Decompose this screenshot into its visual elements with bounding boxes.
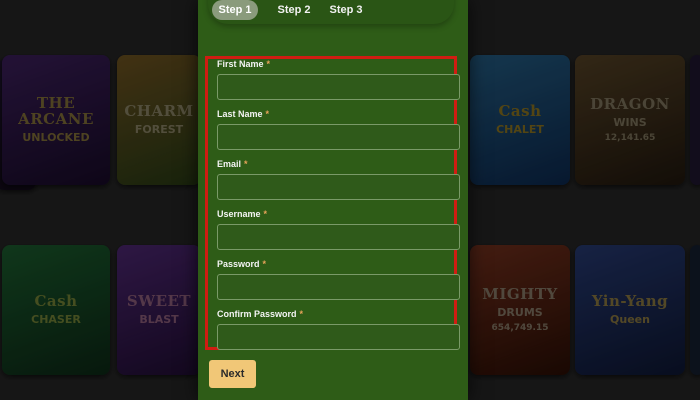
password-label-text: Password <box>217 259 260 269</box>
first-name-input[interactable] <box>217 74 460 100</box>
confirm-password-label: Confirm Password * <box>217 309 303 319</box>
password-label: Password * <box>217 259 266 269</box>
required-asterisk: * <box>299 309 304 319</box>
confirm-password-input[interactable] <box>217 324 460 350</box>
registration-modal: Step 1 Step 2 Step 3 First Name * Last Na… <box>198 0 468 400</box>
confirm-password-label-text: Confirm Password <box>217 309 297 319</box>
step-2-tab[interactable]: Step 2 <box>274 0 314 20</box>
first-name-label: First Name * <box>217 59 270 69</box>
required-asterisk: * <box>263 209 268 219</box>
last-name-input[interactable] <box>217 124 460 150</box>
next-button[interactable]: Next <box>209 360 256 388</box>
registration-form-highlight: First Name * Last Name * Email * Username * … <box>205 56 460 350</box>
username-label: Username * <box>217 209 267 219</box>
username-label-text: Username <box>217 209 261 219</box>
email-input[interactable] <box>217 174 460 200</box>
step-3-tab[interactable]: Step 3 <box>326 0 366 20</box>
step-indicator: Step 1 Step 2 Step 3 <box>208 0 454 24</box>
step-1-tab[interactable]: Step 1 <box>212 0 258 20</box>
password-input[interactable] <box>217 274 460 300</box>
first-name-label-text: First Name <box>217 59 264 69</box>
email-label-text: Email <box>217 159 242 169</box>
required-asterisk: * <box>262 259 267 269</box>
required-asterisk: * <box>265 109 270 119</box>
last-name-label: Last Name * <box>217 109 269 119</box>
required-asterisk: * <box>244 159 248 169</box>
last-name-label-text: Last Name <box>217 109 263 119</box>
email-label: Email * <box>217 159 248 169</box>
required-asterisk: * <box>266 59 271 69</box>
username-input[interactable] <box>217 224 460 250</box>
